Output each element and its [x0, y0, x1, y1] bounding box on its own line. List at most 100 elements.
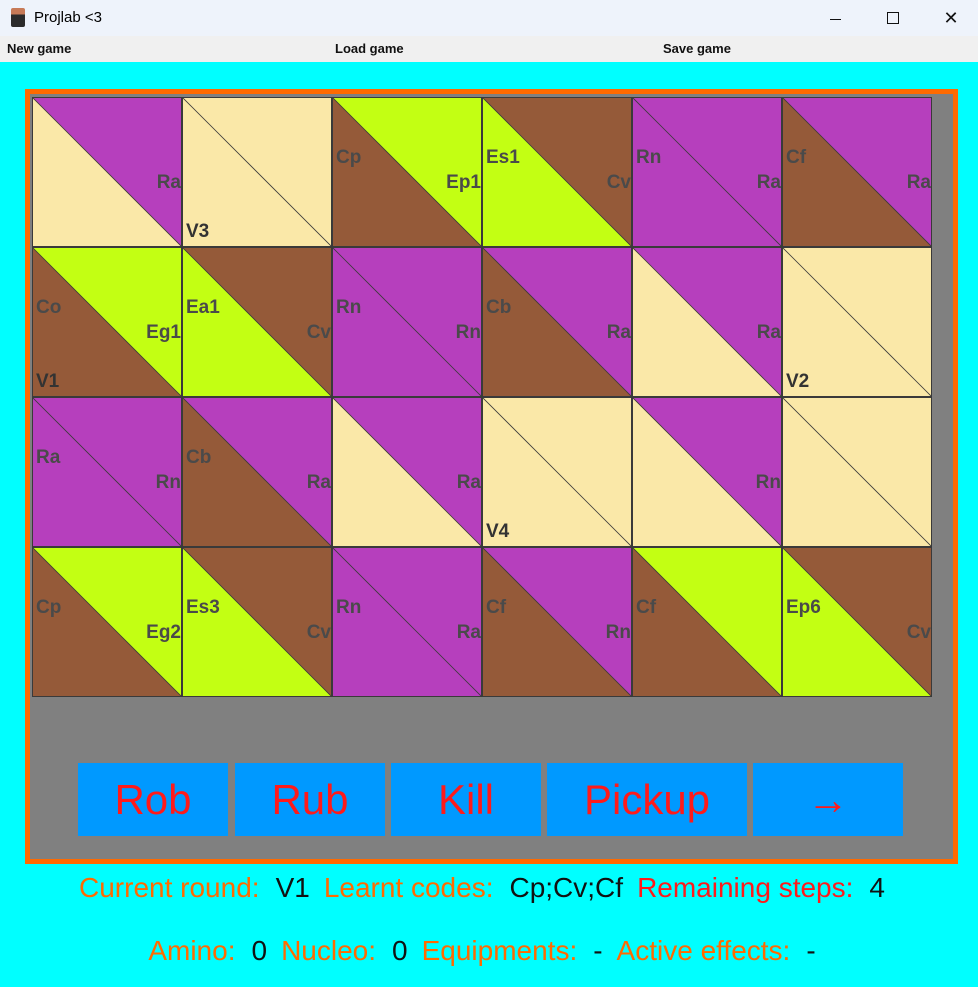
tile-item-label: Ra	[906, 172, 931, 193]
kill-button[interactable]: Kill	[391, 763, 541, 836]
menu-load-game[interactable]: Load game	[335, 41, 404, 56]
learnt-codes-value: Cp;Cv;Cf	[509, 872, 624, 903]
tile-code-label: Cf	[786, 147, 807, 168]
active-effects-value: -	[806, 935, 816, 966]
menu-save-game[interactable]: Save game	[663, 41, 731, 56]
rob-button[interactable]: Rob	[78, 763, 228, 836]
board-tile[interactable]: Cp Ep1	[332, 97, 482, 247]
current-round-value: V1	[275, 872, 310, 903]
tile-item-label: Ra	[456, 472, 481, 493]
tile-item-label: Cv	[906, 622, 931, 643]
virologist-marker: V2	[786, 371, 810, 392]
current-round-label: Current round:	[79, 872, 260, 903]
window-title: Projlab <3	[34, 9, 102, 26]
board-tile[interactable]: Ea1 Cv	[182, 247, 332, 397]
equipments-label: Equipments:	[421, 935, 578, 966]
close-icon: ✕	[943, 7, 959, 28]
tile-item-label: Rn	[755, 472, 781, 493]
tile-code-label: Ea1	[186, 297, 220, 318]
close-button[interactable]: ✕	[922, 0, 978, 36]
tile-shape	[782, 397, 932, 547]
board-tile[interactable]	[782, 397, 932, 547]
board-tile[interactable]: Ra	[632, 247, 782, 397]
tile-code-label: Cb	[186, 447, 212, 468]
board-tile[interactable]: Co Eg1 V1	[32, 247, 182, 397]
tile-item-label: Ra	[456, 622, 481, 643]
tile-item-label: Ra	[306, 472, 331, 493]
tile-code-label: Es1	[486, 147, 520, 168]
tile-code-label: Cf	[636, 597, 657, 618]
maximize-icon	[887, 12, 899, 24]
board-tile[interactable]: Cb Ra	[182, 397, 332, 547]
tile-code-label: Rn	[336, 597, 362, 618]
menu-bar: New game Load game Save game	[0, 36, 978, 62]
minimize-icon	[829, 18, 841, 20]
board-tile[interactable]: Es3 Cv	[182, 547, 332, 697]
tile-item-label: Rn	[605, 622, 631, 643]
learnt-codes-label: Learnt codes:	[323, 872, 494, 903]
board-tile[interactable]: Es1 Cv	[482, 97, 632, 247]
tile-item-label: Ra	[756, 322, 781, 343]
next-turn-button[interactable]: →	[753, 763, 903, 836]
nucleo-label: Nucleo:	[281, 935, 376, 966]
amino-label: Amino:	[148, 935, 236, 966]
tile-item-label: Rn	[455, 322, 481, 343]
inventory-row: Amino: 0 Nucleo: 0 Equipments: - Active …	[0, 935, 978, 967]
board-tile[interactable]: V3	[182, 97, 332, 247]
virologist-marker: V1	[36, 371, 60, 392]
rub-button[interactable]: Rub	[235, 763, 385, 836]
board-tile[interactable]: Cf Rn	[482, 547, 632, 697]
minimize-button[interactable]	[806, 0, 864, 36]
menu-new-game[interactable]: New game	[7, 41, 71, 56]
tile-shape	[632, 547, 782, 697]
app-icon	[11, 8, 25, 27]
tile-code-label: Co	[36, 297, 62, 318]
board-tile[interactable]: Ra	[332, 397, 482, 547]
board-tile[interactable]: Rn Ra	[332, 547, 482, 697]
tile-code-label: Es3	[186, 597, 220, 618]
board-tile[interactable]: Rn Ra	[632, 97, 782, 247]
active-effects-label: Active effects:	[616, 935, 791, 966]
game-board: Ra V3 Cp Ep1 Es1 Cv Rn Ra Cf Ra Co Eg1 V1 Ea1 Cv Rn Rn Cb…	[32, 97, 932, 697]
board-tile[interactable]: Ra	[32, 97, 182, 247]
board-tile[interactable]: Ep6 Cv	[782, 547, 932, 697]
tile-item-label: Ra	[606, 322, 631, 343]
remaining-steps-label: Remaining steps:	[637, 872, 854, 903]
tile-code-label: Cp	[36, 597, 62, 618]
equipments-value: -	[593, 935, 603, 966]
tile-code-label: Cb	[486, 297, 512, 318]
tile-item-label: Cv	[306, 622, 331, 643]
virologist-marker: V3	[186, 221, 210, 242]
board-tile[interactable]: Cf Ra	[782, 97, 932, 247]
tile-item-label: Eg1	[146, 322, 181, 343]
virologist-marker: V4	[486, 521, 510, 542]
board-tile[interactable]: Cb Ra	[482, 247, 632, 397]
board-tile[interactable]: Ra Rn	[32, 397, 182, 547]
maximize-button[interactable]	[864, 0, 922, 36]
board-tile[interactable]: V4	[482, 397, 632, 547]
tile-code-label: Cf	[486, 597, 507, 618]
tile-item-label: Ra	[156, 172, 181, 193]
board-tile[interactable]: Cf	[632, 547, 782, 697]
remaining-steps-value: 4	[869, 872, 885, 903]
tile-item-label: Cv	[606, 172, 631, 193]
tile-item-label: Ra	[756, 172, 781, 193]
tile-code-label: Cp	[336, 147, 362, 168]
nucleo-value: 0	[392, 935, 408, 966]
status-row: Current round: V1 Learnt codes: Cp;Cv;Cf…	[0, 872, 978, 904]
tile-code-label: Rn	[636, 147, 662, 168]
tile-item-label: Eg2	[146, 622, 181, 643]
tile-code-label: Rn	[336, 297, 362, 318]
tile-item-label: Ep1	[446, 172, 481, 193]
pickup-button[interactable]: Pickup	[547, 763, 747, 836]
board-tile[interactable]: Cp Eg2	[32, 547, 182, 697]
amino-value: 0	[251, 935, 268, 966]
board-tile[interactable]: V2	[782, 247, 932, 397]
tile-item-label: Cv	[306, 322, 331, 343]
board-tile[interactable]: Rn	[632, 397, 782, 547]
title-bar: Projlab <3 ✕	[0, 0, 978, 36]
tile-code-label: Ep6	[786, 597, 821, 618]
board-tile[interactable]: Rn Rn	[332, 247, 482, 397]
tile-code-label: Ra	[36, 447, 61, 468]
tile-item-label: Rn	[155, 472, 181, 493]
